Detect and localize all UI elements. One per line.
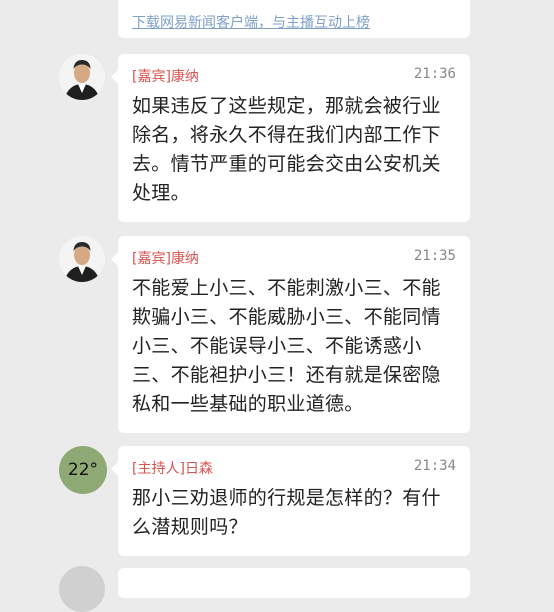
speaker-label: [嘉宾]康纳 (132, 248, 199, 268)
next-message-partial (118, 568, 470, 598)
next-avatar-partial (59, 566, 105, 612)
message-text: 不能爱上小三、不能刺激小三、不能欺骗小三、不能威胁小三、不能同情小三、不能误导小… (132, 277, 441, 415)
person-photo-icon (59, 236, 105, 282)
chat-message: [主持人]日森 21:34 那小三劝退师的行规是怎样的？有什么潜规则吗？ (111, 446, 470, 556)
chat-message: [嘉宾]康纳 21:36 如果违反了这些规定，那就会被行业除名，将永久不得在我们… (111, 54, 470, 222)
speaker-label: [嘉宾]康纳 (132, 66, 199, 86)
message-time: 21:36 (413, 66, 456, 82)
person-photo-icon (59, 54, 105, 100)
speaker-name: 日森 (184, 461, 213, 477)
message-time: 21:35 (413, 248, 456, 264)
message-text: 那小三劝退师的行规是怎样的？有什么潜规则吗？ (132, 487, 441, 538)
speaker-role: [嘉宾] (132, 251, 171, 267)
speaker-label: [主持人]日森 (132, 458, 213, 478)
speaker-role: [主持人] (132, 461, 185, 477)
message-header: [嘉宾]康纳 21:36 (132, 64, 456, 86)
speaker-name: 康纳 (170, 69, 199, 85)
message-text: 如果违反了这些规定，那就会被行业除名，将永久不得在我们内部工作下去。情节严重的可… (132, 95, 441, 204)
chat-message: [嘉宾]康纳 21:35 不能爱上小三、不能刺激小三、不能欺骗小三、不能威胁小三… (111, 236, 470, 433)
message-header: [嘉宾]康纳 21:35 (132, 246, 456, 268)
download-app-link[interactable]: 下载网易新闻客户端，与主播互动上榜 (132, 12, 370, 32)
host-avatar-weather-badge[interactable]: 22° (59, 446, 107, 494)
speaker-name: 康纳 (170, 251, 199, 267)
guest-avatar[interactable] (59, 54, 105, 100)
speaker-role: [嘉宾] (132, 69, 171, 85)
guest-avatar[interactable] (59, 236, 105, 282)
message-time: 21:34 (413, 458, 456, 474)
message-header: [主持人]日森 21:34 (132, 456, 456, 478)
download-app-banner: 下载网易新闻客户端，与主播互动上榜 (118, 0, 470, 38)
